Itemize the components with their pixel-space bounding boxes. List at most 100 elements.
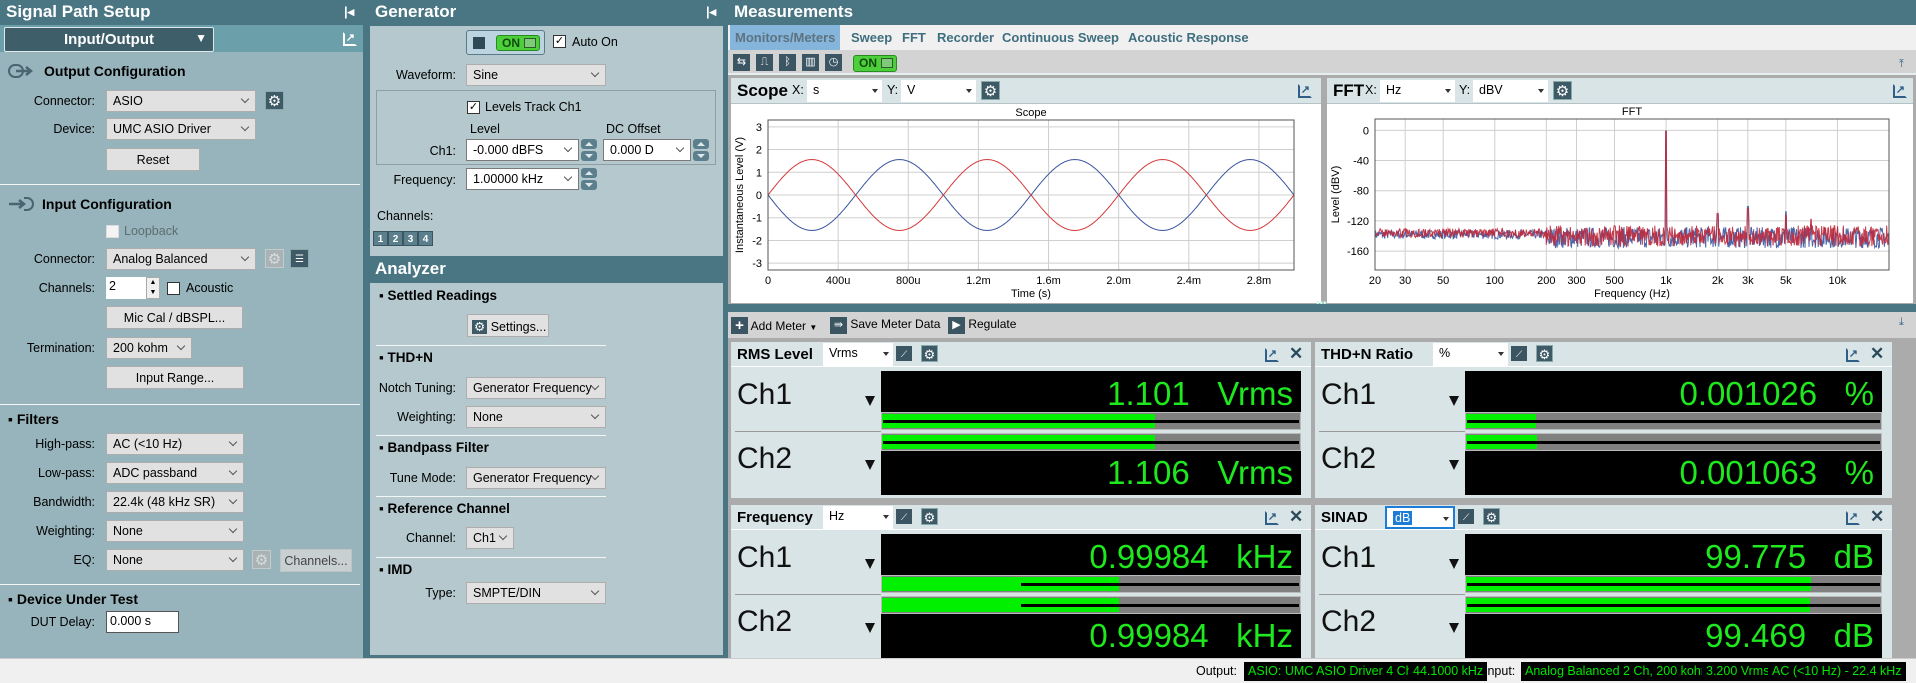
save-meter-data-button[interactable]: ⇛ Save Meter Data xyxy=(830,317,940,334)
channel-dropdown-icon[interactable] xyxy=(1449,460,1459,470)
channel-dropdown-icon[interactable] xyxy=(865,623,875,633)
frequency-input[interactable]: 1.00000 kHz xyxy=(466,168,579,190)
eq-channels-button[interactable]: Channels... xyxy=(280,549,352,572)
channel-dropdown-icon[interactable] xyxy=(1449,623,1459,633)
dut-delay-input[interactable]: 0.000 s xyxy=(106,611,179,633)
graph-icon[interactable]: ⟋ xyxy=(1511,346,1527,361)
level-input[interactable]: -0.000 dBFS xyxy=(466,139,579,161)
input-range-button[interactable]: Input Range... xyxy=(106,366,244,389)
channels-stepper[interactable]: ▲ ▼ xyxy=(146,277,160,299)
analyzer-weighting-select[interactable]: None xyxy=(466,406,606,428)
tab-recorder[interactable]: Recorder xyxy=(932,25,999,50)
pin-icon[interactable]: |◂ xyxy=(344,4,354,20)
scope-y-unit-select[interactable]: V xyxy=(901,80,976,102)
swap-icon[interactable]: ⇆ xyxy=(733,54,750,71)
frequency-stepper[interactable] xyxy=(581,168,597,190)
channel-2-button[interactable]: 2 xyxy=(388,231,403,246)
text-settings-icon[interactable]: ☰ xyxy=(290,249,309,268)
termination-select[interactable]: 200 kohm xyxy=(106,337,192,359)
channel-dropdown-icon[interactable] xyxy=(865,396,875,406)
meter-unit-select[interactable]: dB xyxy=(1385,506,1455,529)
regulate-button[interactable]: ▶ Regulate xyxy=(948,317,1016,334)
input-connector-gear-icon[interactable]: ⚙ xyxy=(265,249,284,268)
tune-mode-select[interactable]: Generator Frequency xyxy=(466,467,606,489)
clock-icon[interactable]: ◷ xyxy=(825,54,842,71)
output-connector-select[interactable]: ASIO xyxy=(106,90,256,112)
generator-on-button[interactable]: ON xyxy=(466,30,545,55)
channel-1-button[interactable]: 1 xyxy=(373,231,388,246)
channel-3-button[interactable]: 3 xyxy=(403,231,418,246)
settings-button[interactable]: ⚙ Settings... xyxy=(467,314,549,337)
close-icon[interactable]: ✕ xyxy=(1870,507,1884,527)
meter-popout-icon[interactable]: ↗ xyxy=(1265,511,1279,525)
acoustic-checkbox[interactable] xyxy=(167,282,180,295)
scope-popout-icon[interactable]: ↗ xyxy=(1298,84,1312,98)
scope-settings-gear-icon[interactable]: ⚙ xyxy=(981,81,1000,100)
meter-popout-icon[interactable]: ↗ xyxy=(1846,348,1860,362)
eq-select[interactable]: None xyxy=(106,549,244,571)
dc-offset-input[interactable]: 0.000 D xyxy=(603,139,691,161)
levels-track-checkbox[interactable]: ✓ xyxy=(467,101,480,114)
meter-unit-select[interactable]: Vrms xyxy=(823,343,893,366)
analyzer-on-toggle[interactable]: ON xyxy=(853,55,897,72)
dc-offset-stepper[interactable] xyxy=(693,139,709,161)
lowpass-select[interactable]: ADC passband xyxy=(106,462,244,484)
fft-popout-icon[interactable]: ↗ xyxy=(1893,84,1907,98)
mic-cal-button[interactable]: Mic Cal / dBSPL... xyxy=(106,306,243,329)
meter-settings-gear-icon[interactable]: ⚙ xyxy=(1536,345,1553,362)
splitter-handle[interactable]: ••• xyxy=(728,298,1916,312)
tab-continuous-sweep[interactable]: Continuous Sweep xyxy=(997,25,1124,50)
channel-dropdown-icon[interactable] xyxy=(865,559,875,569)
view-select[interactable]: Input/Output ▼ xyxy=(4,27,214,52)
tab-monitors-meters[interactable]: Monitors/Meters xyxy=(730,25,841,50)
graph-icon[interactable]: ⟋ xyxy=(1458,509,1474,524)
weighting-select[interactable]: None xyxy=(106,520,244,542)
meter-popout-icon[interactable]: ↗ xyxy=(1846,511,1860,525)
input-connector-select[interactable]: Analog Balanced xyxy=(106,248,256,270)
bandwidth-select[interactable]: 22.4k (48 kHz SR) xyxy=(106,491,244,513)
close-icon[interactable]: ✕ xyxy=(1870,344,1884,364)
close-icon[interactable]: ✕ xyxy=(1289,507,1303,527)
channel-dropdown-icon[interactable] xyxy=(1449,396,1459,406)
meter-settings-gear-icon[interactable]: ⚙ xyxy=(921,345,938,362)
graph-icon[interactable]: ⟋ xyxy=(896,346,912,361)
reference-channel-select[interactable]: Ch1 xyxy=(466,527,514,549)
meter-popout-icon[interactable]: ↗ xyxy=(1265,348,1279,362)
square-wave-icon[interactable]: ⎍ xyxy=(756,54,773,71)
channel-4-button[interactable]: 4 xyxy=(418,231,433,246)
meter-settings-gear-icon[interactable]: ⚙ xyxy=(921,508,938,525)
meter-unit-select[interactable]: % xyxy=(1433,343,1508,366)
collapse-up-icon[interactable]: ⤒ xyxy=(1899,58,1904,71)
collapse-down-icon[interactable]: ⤓ xyxy=(1899,316,1904,329)
burst-wave-icon[interactable]: ▥ xyxy=(802,54,819,71)
bluetooth-icon[interactable]: ᛒ xyxy=(779,54,796,71)
channel-dropdown-icon[interactable] xyxy=(1449,559,1459,569)
output-device-select[interactable]: UMC ASIO Driver xyxy=(106,118,256,140)
auto-on-checkbox[interactable]: ✓ xyxy=(553,35,566,48)
channels-input[interactable]: 2 xyxy=(106,277,146,299)
meter-settings-gear-icon[interactable]: ⚙ xyxy=(1483,508,1500,525)
eq-gear-icon[interactable]: ⚙ xyxy=(252,550,271,569)
imd-type-select[interactable]: SMPTE/DIN xyxy=(466,582,606,604)
loopback-checkbox[interactable] xyxy=(106,225,119,238)
add-meter-button[interactable]: + Add Meter ▼ xyxy=(731,317,817,334)
meter-unit-select[interactable]: Hz xyxy=(823,506,893,529)
output-connector-gear-icon[interactable]: ⚙ xyxy=(265,91,284,110)
notch-select[interactable]: Generator Frequency xyxy=(466,377,606,399)
tab-sweep[interactable]: Sweep xyxy=(846,25,897,50)
graph-icon[interactable]: ⟋ xyxy=(896,509,912,524)
scope-x-unit-select[interactable]: s xyxy=(807,80,882,102)
tab-fft[interactable]: FFT xyxy=(897,25,931,50)
channel-dropdown-icon[interactable] xyxy=(865,460,875,470)
close-icon[interactable]: ✕ xyxy=(1289,344,1303,364)
waveform-select[interactable]: Sine xyxy=(466,64,606,86)
popout-icon[interactable]: ↗ xyxy=(343,32,357,46)
fft-x-unit-select[interactable]: Hz xyxy=(1380,80,1455,102)
fft-y-unit-select[interactable]: dBV xyxy=(1473,80,1548,102)
highpass-select[interactable]: AC (<10 Hz) xyxy=(106,433,244,455)
level-stepper[interactable] xyxy=(581,139,597,161)
tab-acoustic-response[interactable]: Acoustic Response xyxy=(1123,25,1254,50)
reset-button[interactable]: Reset xyxy=(106,148,200,171)
fft-settings-gear-icon[interactable]: ⚙ xyxy=(1553,81,1572,100)
pin-icon[interactable]: |◂ xyxy=(706,4,716,20)
